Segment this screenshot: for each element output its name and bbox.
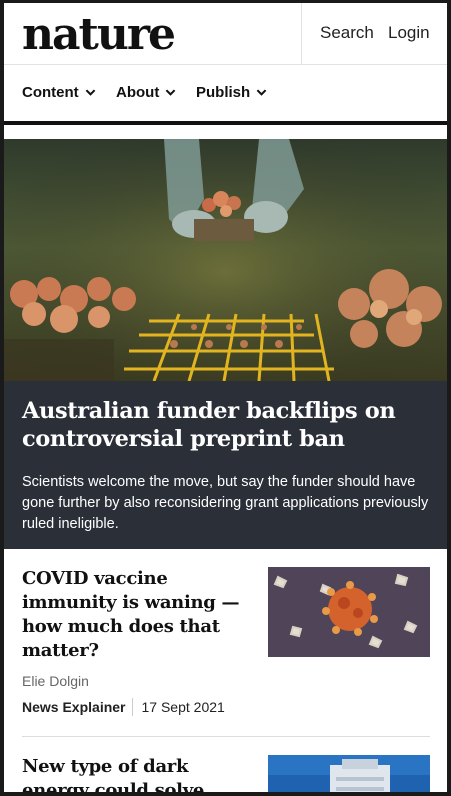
nav-item-label: About (116, 84, 160, 101)
chevron-down-icon (256, 89, 267, 96)
hero-card[interactable]: Australian funder backflips on controver… (4, 139, 447, 549)
article-card[interactable]: COVID vaccine immunity is waning — how m… (22, 567, 430, 717)
article-thumbnail-virus[interactable] (268, 567, 430, 657)
hero-image-coral[interactable] (4, 139, 447, 381)
article-thumbnail-observatory[interactable] (268, 755, 430, 796)
main-nav: Content About Publish (4, 65, 447, 121)
search-link[interactable]: Search (320, 23, 374, 43)
article-headline[interactable]: COVID vaccine immunity is waning — how m… (22, 567, 250, 663)
nav-item-publish[interactable]: Publish (196, 84, 267, 101)
header-divider (301, 3, 302, 65)
article-headline[interactable]: New type of dark energy could solve Univ… (22, 755, 250, 792)
article-card[interactable]: New type of dark energy could solve Univ… (22, 755, 430, 796)
nav-item-about[interactable]: About (116, 84, 176, 101)
nav-rule (4, 121, 447, 125)
nav-item-content[interactable]: Content (22, 84, 96, 101)
hero-headline[interactable]: Australian funder backflips on controver… (22, 397, 434, 453)
nav-item-label: Content (22, 84, 79, 101)
hero-standfirst: Scientists welcome the move, but say the… (22, 474, 429, 532)
nav-item-label: Publish (196, 84, 251, 101)
chevron-down-icon (85, 89, 95, 96)
login-link[interactable]: Login (388, 23, 430, 43)
article-author[interactable]: Elie Dolgin (22, 673, 89, 689)
article-divider (22, 736, 430, 737)
site-header: nature Search Login (4, 3, 447, 65)
article-date: 17 Sept 2021 (141, 699, 225, 715)
article-type-label: News Explainer (22, 698, 133, 716)
nature-logo[interactable]: nature (22, 9, 176, 61)
page-frame: nature Search Login Content About Publis… (0, 0, 451, 796)
chevron-down-icon (165, 89, 176, 96)
article-meta: News Explainer 17 Sept 2021 (22, 698, 225, 716)
